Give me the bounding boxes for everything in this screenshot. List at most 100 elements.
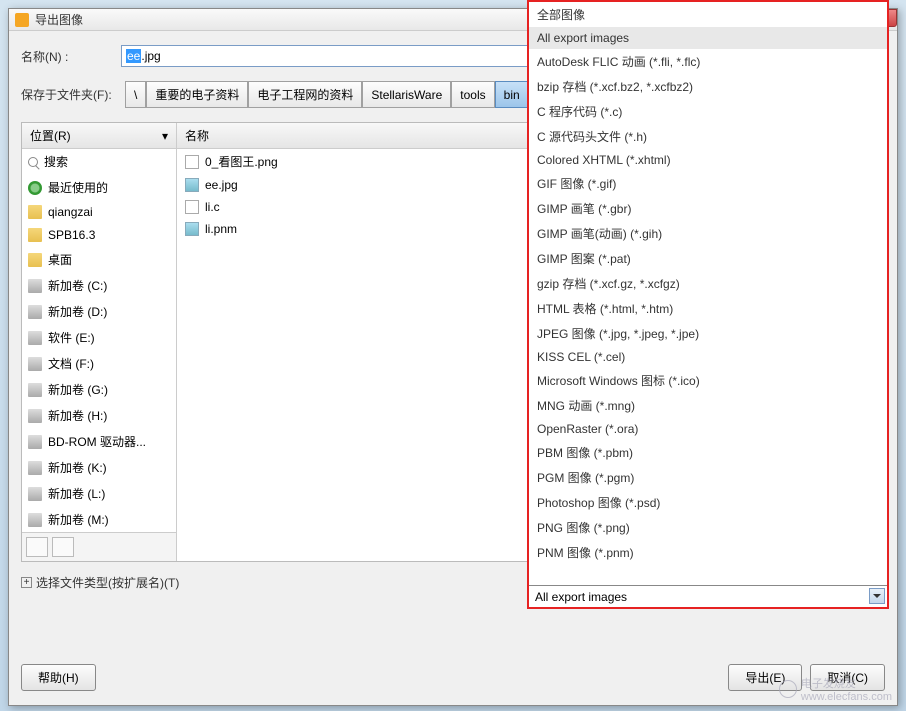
dropdown-arrow-icon[interactable] xyxy=(869,588,885,604)
filetype-option[interactable]: bzip 存档 (*.xcf.bz2, *.xcfbz2) xyxy=(529,74,887,99)
breadcrumb-segment[interactable]: \ xyxy=(125,81,146,108)
places-item[interactable]: 新加卷 (M:) xyxy=(22,507,176,532)
drive-icon xyxy=(28,279,42,293)
drive-icon xyxy=(28,383,42,397)
file-item-label: li.c xyxy=(205,200,220,214)
places-item[interactable]: 桌面 xyxy=(22,247,176,273)
search-icon xyxy=(28,157,38,167)
breadcrumb-segment[interactable]: StellarisWare xyxy=(362,81,451,108)
filetype-option[interactable]: HTML 表格 (*.html, *.htm) xyxy=(529,296,887,321)
watermark-icon xyxy=(779,680,797,698)
places-item[interactable]: 新加卷 (K:) xyxy=(22,455,176,481)
filetype-expander-label: 选择文件类型(按扩展名)(T) xyxy=(36,574,179,591)
filetype-option[interactable]: PNM 图像 (*.pnm) xyxy=(529,540,887,565)
places-item[interactable]: 新加卷 (D:) xyxy=(22,299,176,325)
places-item[interactable]: 文档 (F:) xyxy=(22,351,176,377)
breadcrumb-segment[interactable]: 电子工程网的资料 xyxy=(248,81,362,108)
watermark-text-2: www.elecfans.com xyxy=(801,691,892,703)
image-icon xyxy=(185,222,199,236)
help-button[interactable]: 帮助(H) xyxy=(21,664,96,691)
places-item[interactable]: 新加卷 (C:) xyxy=(22,273,176,299)
places-item[interactable]: 软件 (E:) xyxy=(22,325,176,351)
name-label: 名称(N) : xyxy=(21,48,121,65)
places-item-label: SPB16.3 xyxy=(48,228,95,242)
places-item[interactable]: 搜索 xyxy=(22,149,176,175)
places-item[interactable]: 新加卷 (G:) xyxy=(22,377,176,403)
filetype-option[interactable]: PBM 图像 (*.pbm) xyxy=(529,440,887,465)
places-list[interactable]: 搜索最近使用的 qiangzai SPB16.3 桌面新加卷 (C:) 新加卷 (D:)… xyxy=(22,149,176,532)
places-item[interactable]: 新加卷 (H:) xyxy=(22,403,176,429)
places-item[interactable]: SPB16.3 xyxy=(22,224,176,247)
places-toolbar xyxy=(22,532,176,561)
filetype-option[interactable]: OpenRaster (*.ora) xyxy=(529,418,887,440)
places-item-label: 最近使用的 xyxy=(48,179,108,196)
filetype-option[interactable]: KISS CEL (*.cel) xyxy=(529,346,887,368)
places-item-label: 新加卷 (D:) xyxy=(48,303,107,320)
files-header-label: 名称 xyxy=(185,127,209,144)
folder-label: 保存于文件夹(F): xyxy=(21,86,121,103)
filetype-option[interactable]: Colored XHTML (*.xhtml) xyxy=(529,149,887,171)
places-item-label: qiangzai xyxy=(48,205,93,219)
folder-icon xyxy=(28,205,42,219)
places-pane: 位置(R) ▾ 搜索最近使用的 qiangzai SPB16.3 桌面新加卷 (C:)… xyxy=(22,123,177,561)
filetype-option[interactable]: GIMP 画笔 (*.gbr) xyxy=(529,196,887,221)
drive-icon xyxy=(28,305,42,319)
places-item[interactable]: qiangzai xyxy=(22,201,176,224)
filetype-option[interactable]: Microsoft Windows 图标 (*.ico) xyxy=(529,368,887,393)
places-item[interactable]: 最近使用的 xyxy=(22,175,176,201)
places-item-label: 新加卷 (G:) xyxy=(48,381,108,398)
filetype-selected-value: All export images xyxy=(535,590,627,604)
places-item-label: 文档 (F:) xyxy=(48,355,94,372)
filetype-select[interactable]: All export images xyxy=(529,585,887,607)
file-icon xyxy=(185,200,199,214)
breadcrumb-segment[interactable]: tools xyxy=(451,81,494,108)
filetype-option[interactable]: JPEG 图像 (*.jpg, *.jpeg, *.jpe) xyxy=(529,321,887,346)
filetype-option[interactable]: AutoDesk FLIC 动画 (*.fli, *.flc) xyxy=(529,49,887,74)
filetype-dropdown-list[interactable]: 全部图像All export imagesAutoDesk FLIC 动画 (*… xyxy=(529,2,887,585)
places-item-label: 新加卷 (M:) xyxy=(48,511,109,528)
filetype-dropdown[interactable]: 全部图像All export imagesAutoDesk FLIC 动画 (*… xyxy=(527,0,889,609)
image-icon xyxy=(185,178,199,192)
filetype-option[interactable]: gzip 存档 (*.xcf.gz, *.xcfgz) xyxy=(529,271,887,296)
drive-icon xyxy=(28,461,42,475)
places-item[interactable]: BD-ROM 驱动器... xyxy=(22,429,176,455)
places-item[interactable]: 新加卷 (L:) xyxy=(22,481,176,507)
filename-rest-part: .jpg xyxy=(141,49,160,63)
filetype-option[interactable]: C 程序代码 (*.c) xyxy=(529,99,887,124)
drive-icon xyxy=(28,331,42,345)
filetype-option[interactable]: C 源代码头文件 (*.h) xyxy=(529,124,887,149)
filetype-option[interactable]: PGM 图像 (*.pgm) xyxy=(529,465,887,490)
breadcrumb-segment[interactable]: bin xyxy=(495,81,529,108)
filetype-option[interactable]: 全部图像 xyxy=(529,2,887,27)
folder-icon xyxy=(28,228,42,242)
recent-icon xyxy=(28,181,42,195)
places-item-label: 新加卷 (C:) xyxy=(48,277,107,294)
watermark-text-1: 电子发烧友 xyxy=(801,675,892,691)
filetype-option[interactable]: GIF 图像 (*.gif) xyxy=(529,171,887,196)
filetype-option[interactable]: MNG 动画 (*.mng) xyxy=(529,393,887,418)
drive-icon xyxy=(28,513,42,527)
add-bookmark-button[interactable] xyxy=(26,537,48,557)
folder-icon xyxy=(28,253,42,267)
filetype-option[interactable]: GIMP 图案 (*.pat) xyxy=(529,246,887,271)
file-item-label: li.pnm xyxy=(205,222,237,236)
places-item-label: BD-ROM 驱动器... xyxy=(48,433,146,450)
dialog-buttons: 帮助(H) 导出(E) 取消(C) xyxy=(21,664,885,691)
filename-selected-part: ee xyxy=(126,49,141,63)
places-item-label: 新加卷 (H:) xyxy=(48,407,107,424)
drive-icon xyxy=(28,435,42,449)
places-header[interactable]: 位置(R) ▾ xyxy=(22,123,176,149)
filetype-option[interactable]: GIMP 画笔(动画) (*.gih) xyxy=(529,221,887,246)
app-icon xyxy=(15,13,29,27)
places-item-label: 新加卷 (K:) xyxy=(48,459,107,476)
remove-bookmark-button[interactable] xyxy=(52,537,74,557)
drive-icon xyxy=(28,357,42,371)
watermark: 电子发烧友 www.elecfans.com xyxy=(779,675,892,703)
places-header-label: 位置(R) xyxy=(30,127,71,144)
filetype-option[interactable]: All export images xyxy=(529,27,887,49)
filetype-option[interactable]: Photoshop 图像 (*.psd) xyxy=(529,490,887,515)
sort-indicator-icon: ▾ xyxy=(162,129,168,143)
file-item-label: ee.jpg xyxy=(205,178,238,192)
breadcrumb-segment[interactable]: 重要的电子资料 xyxy=(146,81,248,108)
filetype-option[interactable]: PNG 图像 (*.png) xyxy=(529,515,887,540)
